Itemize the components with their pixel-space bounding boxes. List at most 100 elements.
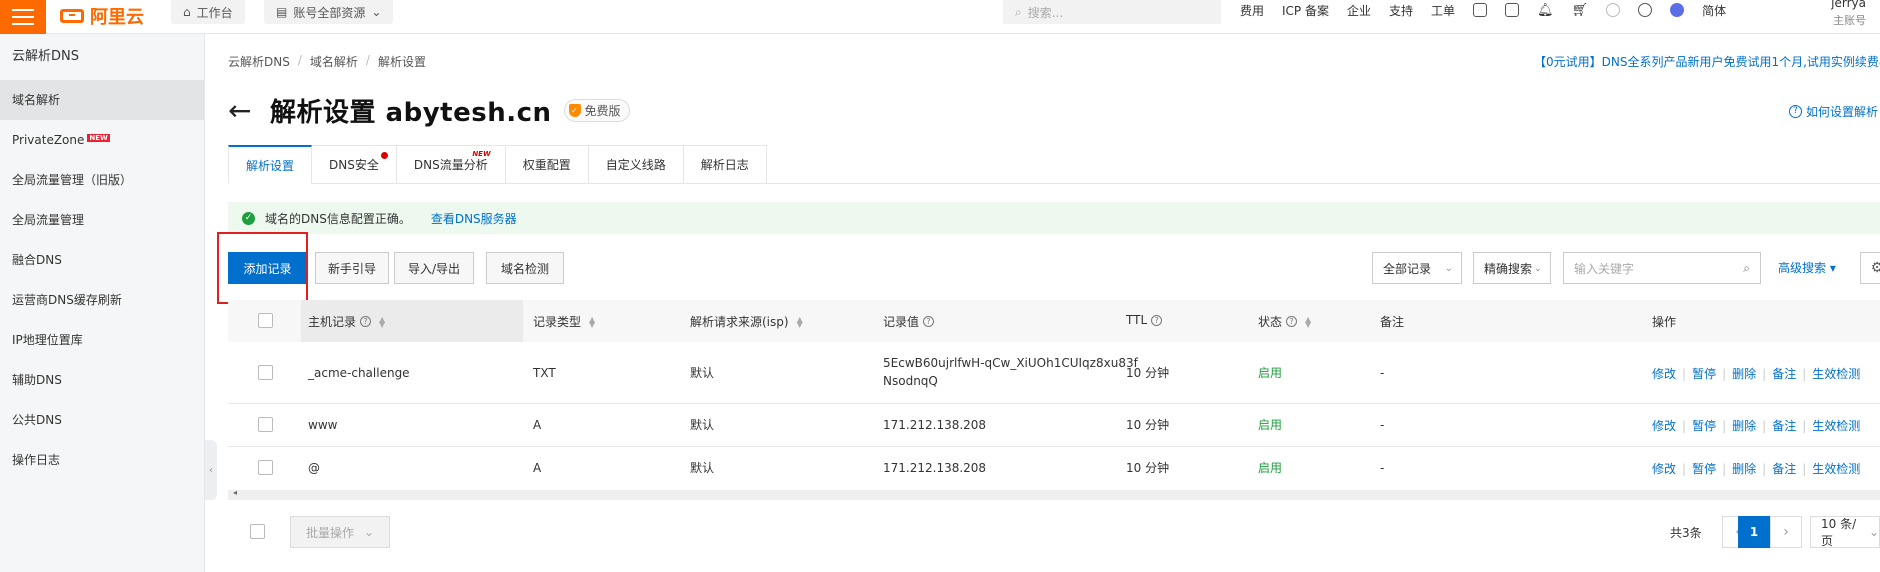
header-isp[interactable]: 解析请求来源(isp) ▲ ▼: [690, 313, 803, 330]
promo-link[interactable]: 【0元试用】DNS全系列产品新用户免费试用1个月,试用实例续费8折: [1534, 53, 1880, 70]
keyword-search-input[interactable]: 输入关键字 ⌕: [1563, 252, 1761, 284]
pause-link[interactable]: 暂停: [1692, 417, 1716, 434]
bell-icon[interactable]: 🔔︎: [1537, 3, 1554, 18]
sidebar-item-gtm-legacy[interactable]: 全局流量管理（旧版）: [0, 160, 204, 200]
tab-custom-line[interactable]: 自定义线路: [588, 145, 684, 184]
app-icon[interactable]: [1670, 3, 1685, 17]
back-arrow-icon[interactable]: ←: [228, 96, 258, 125]
sort-icon[interactable]: ▲ ▼: [379, 315, 385, 328]
breadcrumb-item[interactable]: 域名解析: [310, 53, 358, 70]
page-size-select[interactable]: 10 条/页 ⌄: [1810, 516, 1880, 548]
remark-link[interactable]: 备注: [1772, 365, 1796, 382]
code-icon[interactable]: [1473, 3, 1488, 17]
action-separator: |: [1682, 366, 1687, 381]
tab-resolution-settings[interactable]: 解析设置: [228, 145, 313, 184]
horizontal-scrollbar[interactable]: ◂: [228, 488, 1880, 500]
menu-icon[interactable]: [0, 0, 46, 34]
workbench-button[interactable]: ⌂ 工作台: [171, 0, 245, 24]
tab-dns-traffic[interactable]: DNS流量分析 NEW: [396, 145, 506, 184]
sidebar-item-secondary-dns[interactable]: 辅助DNS: [0, 360, 204, 400]
breadcrumb-item[interactable]: 云解析DNS: [228, 53, 290, 70]
header-host[interactable]: 主机记录? ▲ ▼: [308, 313, 385, 330]
next-page-button[interactable]: ›: [1770, 516, 1802, 548]
user-account[interactable]: jerrya 主账号: [1786, 0, 1866, 28]
sidebar-collapse-handle[interactable]: ‹: [205, 440, 217, 500]
cell-value: 171.212.138.208: [883, 418, 987, 432]
tab-label: 解析日志: [700, 158, 749, 172]
action-separator: |: [1762, 461, 1767, 476]
aliyun-logo[interactable]: 阿里云: [60, 3, 144, 29]
sort-icon[interactable]: ▲ ▼: [589, 315, 595, 328]
top-link-enterprise[interactable]: 企业: [1347, 2, 1371, 19]
top-link-support[interactable]: 支持: [1389, 2, 1413, 19]
page-header: ← 解析设置 abytesh.cn ✓ 免费版: [228, 92, 630, 129]
header-label: 记录值: [883, 315, 920, 329]
sidebar-item-privatezone[interactable]: PrivateZone NEW: [0, 120, 204, 160]
sort-icon[interactable]: ▲ ▼: [1305, 315, 1311, 328]
batch-actions-button[interactable]: 批量操作 ⌄: [290, 516, 390, 548]
header-status[interactable]: 状态? ▲ ▼: [1258, 313, 1311, 330]
action-separator: |: [1802, 418, 1807, 433]
delete-link[interactable]: 删除: [1732, 365, 1756, 382]
record-filter-select[interactable]: 全部记录 ⌄: [1372, 252, 1462, 284]
cell-value-cont: NsodnqQ: [883, 374, 938, 388]
tab-weight[interactable]: 权重配置: [505, 145, 589, 184]
import-export-button[interactable]: 导入/导出: [394, 252, 474, 284]
gear-icon[interactable]: ⚙: [1860, 252, 1880, 284]
sidebar-item-gtm[interactable]: 全局流量管理: [0, 200, 204, 240]
tab-dns-security[interactable]: DNS安全: [312, 145, 397, 184]
cart-icon[interactable]: 🛒︎: [1572, 3, 1589, 18]
delete-link[interactable]: 删除: [1732, 417, 1756, 434]
check-link[interactable]: 生效检测: [1812, 417, 1860, 434]
sidebar-item-cache-refresh[interactable]: 运营商DNS缓存刷新: [0, 280, 204, 320]
top-link-icp[interactable]: ICP 备案: [1282, 2, 1329, 19]
sort-icon[interactable]: ▲ ▼: [797, 315, 803, 328]
pause-link[interactable]: 暂停: [1692, 460, 1716, 477]
check-link[interactable]: 生效检测: [1812, 460, 1860, 477]
domain-check-button[interactable]: 域名检测: [486, 252, 564, 284]
header-type[interactable]: 记录类型 ▲ ▼: [533, 313, 595, 330]
scroll-left-icon[interactable]: ◂: [233, 488, 237, 497]
sidebar-item-fusion-dns[interactable]: 融合DNS: [0, 240, 204, 280]
sidebar-item-domain-resolution[interactable]: 域名解析: [0, 80, 204, 120]
edit-link[interactable]: 修改: [1652, 460, 1676, 477]
edit-link[interactable]: 修改: [1652, 417, 1676, 434]
sidebar-item-ip-geo[interactable]: IP地理位置库: [0, 320, 204, 360]
check-link[interactable]: 生效检测: [1812, 365, 1860, 382]
terminal-icon[interactable]: [1505, 3, 1520, 17]
bulb-icon[interactable]: [1606, 3, 1621, 17]
advanced-search-link[interactable]: 高级搜索 ▾: [1778, 252, 1836, 284]
action-separator: |: [1722, 461, 1727, 476]
view-dns-servers-link[interactable]: 查看DNS服务器: [431, 210, 517, 227]
global-search-input[interactable]: ⌕ 搜索...: [1003, 0, 1221, 24]
help-icon[interactable]: ?: [1151, 314, 1163, 326]
search-icon[interactable]: ⌕: [1743, 261, 1750, 276]
row-checkbox[interactable]: [258, 460, 273, 475]
language-switch[interactable]: 简体: [1702, 2, 1726, 19]
resource-selector[interactable]: ▤ 账号全部资源 ⌄: [264, 0, 394, 24]
howto-link[interactable]: ? 如何设置解析: [1789, 103, 1878, 120]
sidebar-item-public-dns[interactable]: 公共DNS: [0, 400, 204, 440]
select-all-checkbox[interactable]: [258, 313, 273, 328]
guide-button[interactable]: 新手引导: [315, 252, 389, 284]
row-checkbox[interactable]: [258, 417, 273, 432]
footer-select-all-checkbox[interactable]: [250, 524, 265, 539]
cell-isp: 默认: [690, 418, 715, 432]
help-icon[interactable]: ?: [1286, 316, 1298, 327]
search-mode-select[interactable]: 精确搜索 ⌄: [1473, 252, 1551, 284]
remark-link[interactable]: 备注: [1772, 417, 1796, 434]
top-link-fee[interactable]: 费用: [1240, 2, 1264, 19]
help-icon[interactable]: ?: [360, 316, 372, 327]
row-checkbox[interactable]: [258, 365, 273, 380]
tab-resolution-log[interactable]: 解析日志: [683, 145, 767, 184]
top-link-ticket[interactable]: 工单: [1431, 2, 1455, 19]
pause-link[interactable]: 暂停: [1692, 365, 1716, 382]
sidebar-item-op-log[interactable]: 操作日志: [0, 440, 204, 480]
remark-link[interactable]: 备注: [1772, 460, 1796, 477]
help-icon[interactable]: [1638, 3, 1653, 17]
help-icon[interactable]: ?: [923, 316, 935, 327]
delete-link[interactable]: 删除: [1732, 460, 1756, 477]
edit-link[interactable]: 修改: [1652, 365, 1676, 382]
page-1-button[interactable]: 1: [1738, 516, 1770, 548]
sidebar-item-label: 公共DNS: [12, 413, 62, 427]
